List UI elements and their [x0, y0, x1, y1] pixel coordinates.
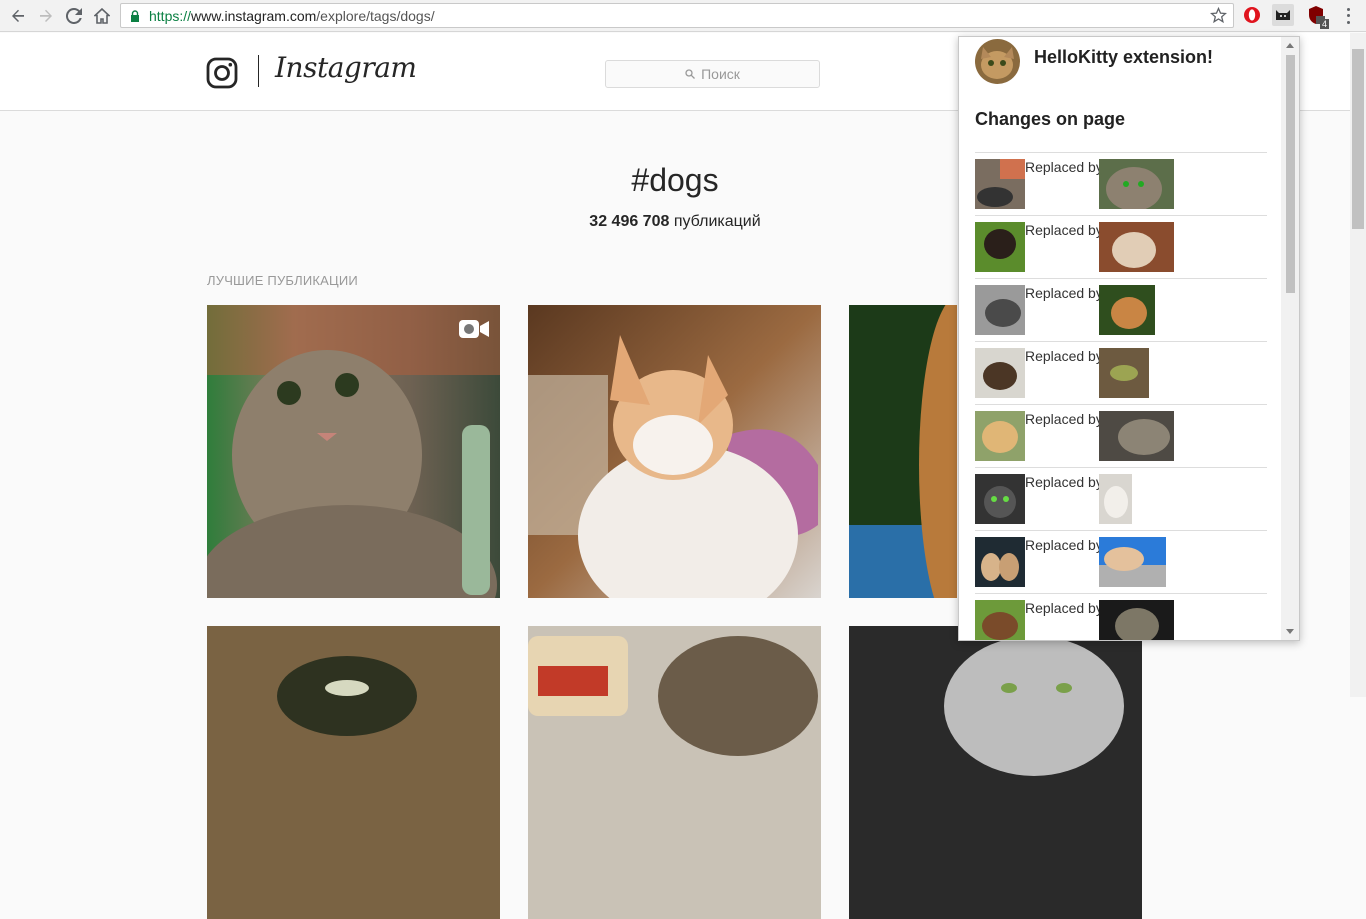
- scroll-up-icon[interactable]: [1286, 43, 1294, 48]
- back-button[interactable]: [6, 4, 30, 28]
- scroll-down-icon[interactable]: [1286, 629, 1294, 634]
- extension-popup: HelloKitty extension! Changes on page Re…: [958, 36, 1300, 641]
- browser-menu-button[interactable]: [1340, 6, 1356, 26]
- ublock-badge: 4: [1319, 19, 1329, 29]
- video-icon: [459, 320, 489, 338]
- replaced-label: Replaced by: [1025, 474, 1103, 490]
- hellokitty-extension-icon[interactable]: [1272, 4, 1294, 26]
- post-thumbnail[interactable]: [528, 305, 821, 598]
- changes-list: Replaced by Replaced by Replaced by Repl…: [975, 152, 1267, 640]
- original-image: [975, 285, 1025, 335]
- replacement-image: [1099, 537, 1166, 587]
- bookmark-star-icon[interactable]: [1210, 7, 1227, 24]
- list-item: Replaced by: [975, 593, 1267, 640]
- replaced-label: Replaced by: [1025, 537, 1103, 553]
- replacement-image: [1099, 159, 1174, 209]
- top-posts-label: ЛУЧШИЕ ПУБЛИКАЦИИ: [207, 273, 358, 288]
- post-thumbnail[interactable]: [528, 626, 821, 919]
- opera-extension-icon[interactable]: [1241, 4, 1263, 26]
- logo-divider: [258, 55, 259, 87]
- popup-title: HelloKitty extension!: [1034, 47, 1214, 67]
- replacement-image: [1099, 348, 1149, 398]
- lock-icon: [131, 10, 139, 22]
- page-scrollbar[interactable]: [1350, 33, 1366, 697]
- search-input[interactable]: Поиск: [605, 60, 820, 88]
- replaced-label: Replaced by: [1025, 159, 1103, 175]
- post-thumbnail[interactable]: [849, 626, 1142, 919]
- replaced-label: Replaced by: [1025, 222, 1103, 238]
- replacement-image: [1099, 600, 1174, 640]
- search-icon: [685, 69, 696, 79]
- original-image: [975, 159, 1025, 209]
- replacement-image: [1099, 474, 1132, 524]
- list-item: Replaced by: [975, 215, 1267, 278]
- list-item: Replaced by: [975, 467, 1267, 530]
- original-image: [975, 222, 1025, 272]
- post-thumbnail[interactable]: [849, 305, 957, 598]
- forward-button[interactable]: [34, 4, 58, 28]
- original-image: [975, 474, 1025, 524]
- original-image: [975, 600, 1025, 640]
- replaced-label: Replaced by: [1025, 285, 1103, 301]
- avatar: [975, 39, 1020, 84]
- replaced-label: Replaced by: [1025, 411, 1103, 427]
- list-item: Replaced by: [975, 278, 1267, 341]
- replacement-image: [1099, 222, 1174, 272]
- replacement-image: [1099, 285, 1155, 335]
- original-image: [975, 411, 1025, 461]
- popup-scrollbar[interactable]: [1281, 37, 1299, 640]
- url-text: https://www.instagram.com/explore/tags/d…: [149, 8, 435, 24]
- instagram-wordmark[interactable]: Instagram: [275, 51, 417, 84]
- home-button[interactable]: [90, 4, 114, 28]
- list-item: Replaced by: [975, 341, 1267, 404]
- replacement-image: [1099, 411, 1174, 461]
- list-item: Replaced by: [975, 152, 1267, 215]
- replaced-label: Replaced by: [1025, 348, 1103, 364]
- list-item: Replaced by: [975, 404, 1267, 467]
- list-item: Replaced by: [975, 530, 1267, 593]
- reload-button[interactable]: [62, 4, 86, 28]
- post-thumbnail[interactable]: [207, 626, 500, 919]
- ublock-extension-icon[interactable]: 4: [1305, 4, 1329, 29]
- search-placeholder: Поиск: [701, 66, 740, 82]
- popup-subtitle: Changes on page: [975, 109, 1126, 129]
- browser-toolbar: https://www.instagram.com/explore/tags/d…: [0, 0, 1366, 32]
- original-image: [975, 348, 1025, 398]
- post-thumbnail[interactable]: [207, 305, 500, 598]
- replaced-label: Replaced by: [1025, 600, 1103, 616]
- instagram-camera-icon[interactable]: [206, 57, 238, 89]
- address-bar[interactable]: https://www.instagram.com/explore/tags/d…: [120, 3, 1234, 28]
- original-image: [975, 537, 1025, 587]
